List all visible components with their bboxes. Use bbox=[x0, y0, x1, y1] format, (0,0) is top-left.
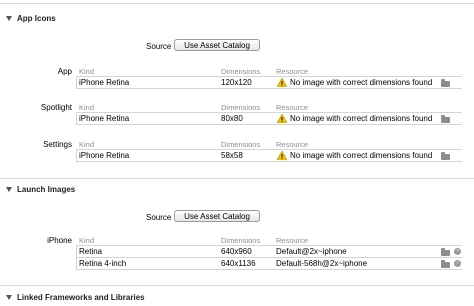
table-border bbox=[76, 124, 462, 125]
launch-images-header[interactable]: Launch Images bbox=[6, 183, 75, 195]
folder-icon[interactable] bbox=[441, 79, 450, 87]
settings-resource: No image with correct dimensions found bbox=[290, 151, 433, 160]
launch-image-resource: Default@2x~iphone bbox=[276, 247, 347, 256]
table-border bbox=[76, 161, 462, 162]
table-border bbox=[76, 112, 77, 124]
launch-image-kind: Retina bbox=[79, 247, 103, 256]
table-border bbox=[76, 257, 462, 258]
settings-dimensions: 58x58 bbox=[221, 151, 243, 160]
section-divider bbox=[0, 285, 474, 286]
table-border bbox=[76, 149, 77, 161]
linked-frameworks-header[interactable]: Linked Frameworks and Libraries bbox=[6, 291, 145, 303]
app-icons-use-asset-catalog-button[interactable]: Use Asset Catalog bbox=[174, 39, 260, 51]
app-icon-dimensions: 120x120 bbox=[221, 78, 252, 87]
app-icon-group-label: App bbox=[57, 67, 72, 76]
spotlight-kind: iPhone Retina bbox=[79, 114, 130, 123]
launch-image-resource: Default-568h@2x~iphone bbox=[276, 259, 368, 268]
table-border bbox=[76, 245, 462, 246]
reveal-arrow-icon[interactable]: › bbox=[454, 248, 461, 255]
launch-image-dimensions: 640x1136 bbox=[221, 259, 256, 268]
kind-column-header: Kind bbox=[79, 67, 95, 76]
dimensions-column-header: Dimensions bbox=[221, 236, 261, 245]
dimensions-column-header: Dimensions bbox=[221, 67, 261, 76]
launch-images-title: Launch Images bbox=[17, 184, 76, 194]
warning-icon bbox=[277, 78, 287, 87]
disclosure-triangle-icon[interactable] bbox=[6, 15, 12, 21]
warning-icon bbox=[277, 151, 287, 160]
section-divider bbox=[0, 178, 474, 179]
app-icon-resource: No image with correct dimensions found bbox=[290, 78, 433, 87]
dimensions-column-header: Dimensions bbox=[221, 140, 261, 149]
table-border bbox=[76, 269, 462, 270]
kind-column-header: Kind bbox=[79, 140, 95, 149]
kind-column-header: Kind bbox=[79, 103, 95, 112]
table-border bbox=[76, 76, 462, 77]
folder-icon[interactable] bbox=[441, 115, 450, 123]
table-border bbox=[76, 149, 462, 150]
resource-column-header: Resource bbox=[276, 103, 309, 112]
spotlight-resource: No image with correct dimensions found bbox=[290, 114, 433, 123]
kind-column-header: Kind bbox=[79, 236, 95, 245]
app-icons-source-label: Source bbox=[146, 42, 172, 51]
table-border bbox=[76, 76, 77, 88]
table-border bbox=[76, 112, 462, 113]
folder-icon[interactable] bbox=[441, 260, 450, 268]
disclosure-triangle-icon[interactable] bbox=[6, 186, 12, 192]
folder-icon[interactable] bbox=[441, 248, 450, 256]
table-border bbox=[76, 88, 462, 89]
resource-column-header: Resource bbox=[276, 140, 309, 149]
launch-images-source-label: Source bbox=[146, 213, 172, 222]
settings-group-label: Settings bbox=[43, 140, 72, 149]
spotlight-dimensions: 80x80 bbox=[221, 114, 243, 123]
app-icon-kind: iPhone Retina bbox=[79, 78, 130, 87]
linked-frameworks-title: Linked Frameworks and Libraries bbox=[17, 292, 145, 302]
launch-image-dimensions: 640x960 bbox=[221, 247, 252, 256]
settings-kind: iPhone Retina bbox=[79, 151, 130, 160]
resource-column-header: Resource bbox=[276, 236, 309, 245]
iphone-group-label: iPhone bbox=[47, 236, 72, 245]
resource-column-header: Resource bbox=[276, 67, 309, 76]
top-divider bbox=[0, 3, 474, 4]
app-icons-header[interactable]: App Icons bbox=[6, 12, 56, 24]
warning-icon bbox=[277, 114, 287, 123]
disclosure-triangle-icon[interactable] bbox=[6, 294, 12, 300]
launch-images-use-asset-catalog-button[interactable]: Use Asset Catalog bbox=[174, 210, 260, 222]
folder-icon[interactable] bbox=[441, 152, 450, 160]
app-icons-title: App Icons bbox=[17, 13, 56, 23]
launch-image-kind: Retina 4-inch bbox=[79, 259, 127, 268]
reveal-arrow-icon[interactable]: › bbox=[454, 260, 461, 267]
dimensions-column-header: Dimensions bbox=[221, 103, 261, 112]
spotlight-group-label: Spotlight bbox=[40, 103, 72, 112]
